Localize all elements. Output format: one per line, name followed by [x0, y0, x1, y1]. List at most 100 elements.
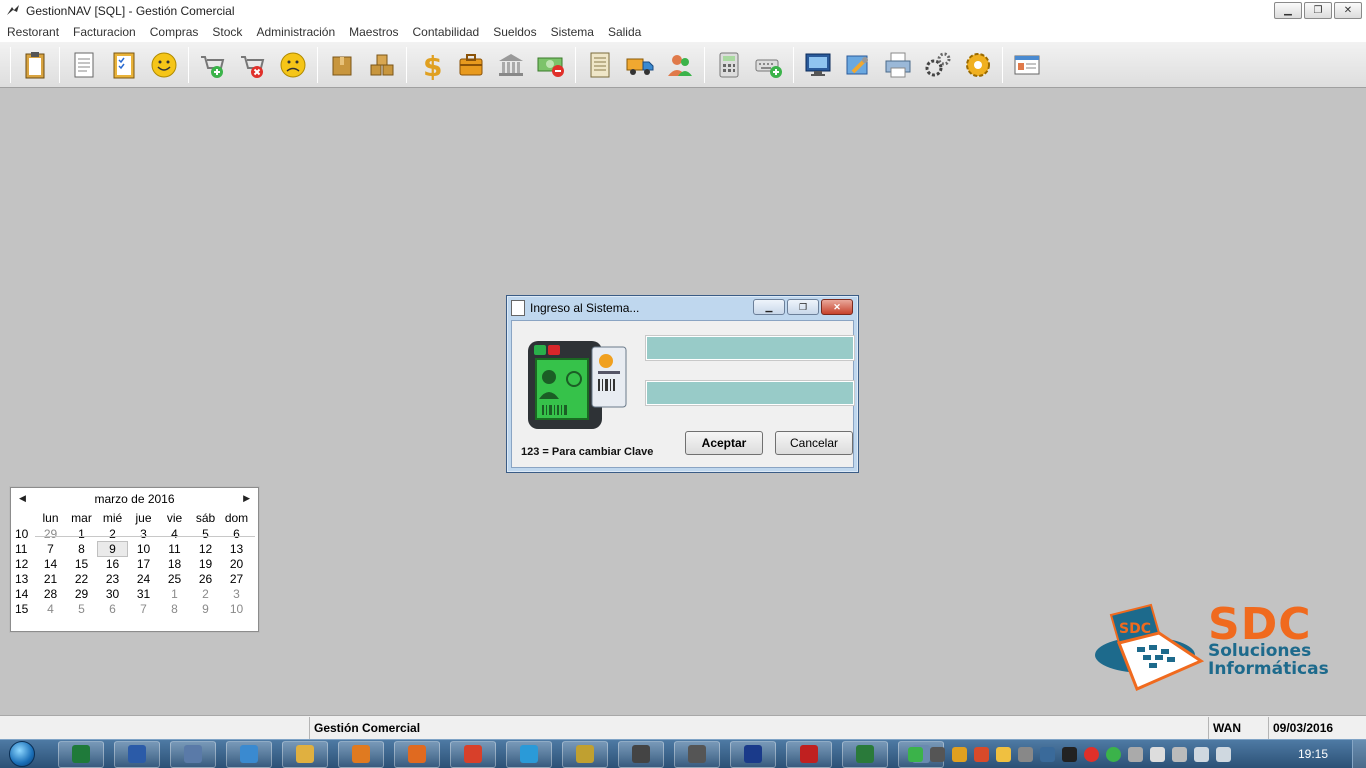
taskbar-firefox-button[interactable] [394, 740, 440, 768]
tray-signal-icon[interactable] [1194, 747, 1209, 762]
menu-contabilidad[interactable]: Contabilidad [413, 25, 480, 39]
calendar-day[interactable]: 8 [66, 542, 97, 556]
calendar-day[interactable]: 18 [159, 557, 190, 571]
taskbar-folder-button[interactable] [282, 740, 328, 768]
taskbar-window-button[interactable] [618, 740, 664, 768]
tray-app-icon[interactable] [1062, 747, 1077, 762]
bank-icon[interactable] [493, 47, 529, 83]
tray-puzzle-icon[interactable] [974, 747, 989, 762]
calendar-day[interactable]: 6 [97, 602, 128, 616]
calendar-day[interactable]: 21 [35, 572, 66, 586]
menu-sueldos[interactable]: Sueldos [493, 25, 536, 39]
menu-administracion[interactable]: Administración [256, 25, 335, 39]
calendar-day[interactable]: 19 [190, 557, 221, 571]
close-button[interactable]: ✕ [1334, 2, 1362, 19]
menu-maestros[interactable]: Maestros [349, 25, 398, 39]
start-button[interactable] [0, 740, 44, 768]
calendar-day[interactable]: 12 [190, 542, 221, 556]
calendar-day[interactable]: 5 [190, 527, 221, 541]
calendar-day[interactable]: 29 [35, 527, 66, 541]
taskbar-skype-button[interactable] [506, 740, 552, 768]
document-icon[interactable] [66, 47, 102, 83]
card-icon[interactable] [1009, 47, 1045, 83]
calendar-next-button[interactable]: ▶ [243, 493, 250, 504]
calendar-day[interactable]: 7 [128, 602, 159, 616]
menu-facturacion[interactable]: Facturacion [73, 25, 136, 39]
smiley-icon[interactable] [146, 47, 182, 83]
calendar-day[interactable]: 25 [159, 572, 190, 586]
calendar-day[interactable]: 4 [35, 602, 66, 616]
calendar-day[interactable]: 22 [66, 572, 97, 586]
tray-printer-icon[interactable] [930, 747, 945, 762]
taskbar-db-button[interactable] [730, 740, 776, 768]
box-icon[interactable] [324, 47, 360, 83]
calendar-month-label[interactable]: marzo de 2016 [94, 492, 174, 506]
cancel-button[interactable]: Cancelar [775, 431, 853, 455]
settings-gear-icon[interactable] [960, 47, 996, 83]
dialog-close-button[interactable]: ✕ [821, 299, 853, 315]
checklist-icon[interactable] [106, 47, 142, 83]
tray-volume-icon[interactable] [1216, 747, 1231, 762]
menu-salida[interactable]: Salida [608, 25, 641, 39]
taskbar-chrome-button[interactable] [450, 740, 496, 768]
calculator-icon[interactable] [711, 47, 747, 83]
taskbar-ie-button[interactable] [226, 740, 272, 768]
calendar-day[interactable]: 16 [97, 557, 128, 571]
taskbar-filezilla-button[interactable] [786, 740, 832, 768]
truck-icon[interactable] [622, 47, 658, 83]
calendar-day[interactable]: 15 [66, 557, 97, 571]
calendar-day[interactable]: 23 [97, 572, 128, 586]
taskbar-media-button[interactable] [338, 740, 384, 768]
calendar-day[interactable]: 2 [97, 527, 128, 541]
tray-alert-icon[interactable] [1084, 747, 1099, 762]
cash-remove-icon[interactable] [533, 47, 569, 83]
username-field[interactable] [645, 335, 855, 361]
taskbar-clock[interactable]: 19:15 [1298, 747, 1328, 761]
tray-cloud-icon[interactable] [1128, 747, 1143, 762]
calendar-day[interactable]: 9 [190, 602, 221, 616]
menu-sistema[interactable]: Sistema [551, 25, 594, 39]
tray-device-icon[interactable] [1172, 747, 1187, 762]
calendar-day[interactable]: 13 [221, 542, 252, 556]
tray-display-icon[interactable] [1018, 747, 1033, 762]
calendar-day[interactable]: 11 [159, 542, 190, 556]
printer-icon[interactable] [880, 47, 916, 83]
taskbar-usb-button[interactable] [674, 740, 720, 768]
calendar-day[interactable]: 29 [66, 587, 97, 601]
calendar-day[interactable]: 4 [159, 527, 190, 541]
sad-face-icon[interactable] [275, 47, 311, 83]
dollar-icon[interactable]: $ [413, 47, 449, 83]
taskbar-app-button[interactable] [842, 740, 888, 768]
calendar-day[interactable]: 1 [159, 587, 190, 601]
tray-network-icon[interactable] [1040, 747, 1055, 762]
taskbar-excel-button[interactable] [58, 740, 104, 768]
show-desktop-button[interactable] [1352, 740, 1366, 768]
cart-add-icon[interactable] [195, 47, 231, 83]
calendar-day[interactable]: 28 [35, 587, 66, 601]
calendar-day[interactable]: 6 [221, 527, 252, 541]
calendar-day[interactable]: 2 [190, 587, 221, 601]
password-field[interactable] [645, 380, 855, 406]
taskbar-word-button[interactable] [114, 740, 160, 768]
calendar-day[interactable]: 10 [128, 542, 159, 556]
calendar-day[interactable]: 8 [159, 602, 190, 616]
calendar-day[interactable]: 5 [66, 602, 97, 616]
calendar-day[interactable]: 27 [221, 572, 252, 586]
gears-icon[interactable] [920, 47, 956, 83]
users-icon[interactable] [662, 47, 698, 83]
taskbar-remote-button[interactable] [562, 740, 608, 768]
ledger-icon[interactable] [582, 47, 618, 83]
calendar-day[interactable]: 10 [221, 602, 252, 616]
menu-stock[interactable]: Stock [212, 25, 242, 39]
minimize-button[interactable]: ▁ [1274, 2, 1302, 19]
dialog-maximize-button[interactable]: ❐ [787, 299, 819, 315]
calendar-day[interactable]: 9 [97, 540, 128, 557]
tray-flag-icon[interactable] [1150, 747, 1165, 762]
clipboard-icon[interactable] [17, 47, 53, 83]
monitor-icon[interactable] [800, 47, 836, 83]
tray-pen-icon[interactable] [952, 747, 967, 762]
calendar-day[interactable]: 3 [128, 527, 159, 541]
calendar-day[interactable]: 17 [128, 557, 159, 571]
calendar-day[interactable]: 24 [128, 572, 159, 586]
maximize-button[interactable]: ❐ [1304, 2, 1332, 19]
